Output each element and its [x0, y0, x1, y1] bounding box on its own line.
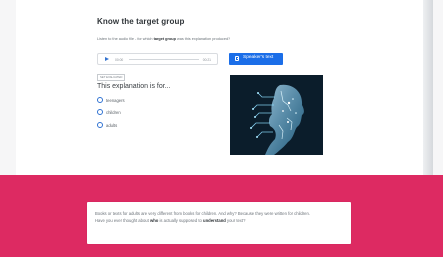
popup-line-2-part-a: Have you ever thought about	[95, 218, 150, 223]
question-text: This explanation is for...	[97, 83, 171, 90]
popup-line-1: Books or texts for adults are very diffe…	[95, 211, 310, 216]
radio-teenagers[interactable]	[97, 97, 103, 103]
speakers-text-label: Speaker's text	[243, 55, 274, 60]
option-teenagers[interactable]: teenagers	[97, 97, 157, 105]
audio-player[interactable]: 00:00 00:21	[97, 53, 218, 65]
instruction-prefix: Listen to the audio file - for which	[97, 37, 154, 41]
status-tag: SET EVALUATED	[97, 74, 126, 81]
popup-line-2-part-b: is actually supposed to	[158, 218, 204, 223]
document-icon	[235, 56, 239, 61]
circuit-head-illustration	[230, 75, 323, 155]
popup-text: Books or texts for adults are very diffe…	[95, 210, 342, 224]
play-icon[interactable]	[105, 57, 109, 61]
option-adults[interactable]: adults	[97, 122, 157, 130]
popup-line-2-part-c: your text?	[225, 218, 246, 223]
info-popup: Books or texts for adults are very diffe…	[87, 202, 351, 244]
page-title: Know the target group	[97, 17, 185, 26]
audio-total-time: 00:21	[202, 58, 211, 62]
option-children[interactable]: children	[97, 109, 157, 117]
radio-children[interactable]	[97, 109, 103, 115]
instruction-target-group: target group	[153, 37, 176, 41]
content-panel	[16, 0, 433, 175]
option-label: adults	[106, 123, 118, 128]
option-label: children	[106, 110, 121, 115]
audio-progress-track[interactable]	[129, 59, 199, 60]
popup-word-understand: understand	[203, 218, 226, 223]
instruction-suffix: was this explanation produced?	[175, 37, 231, 41]
ai-head-image	[230, 75, 323, 155]
speakers-text-button[interactable]: Speaker's text	[229, 53, 283, 65]
option-label: teenagers	[106, 98, 125, 103]
right-page-edge	[423, 0, 433, 175]
radio-adults[interactable]	[97, 122, 103, 128]
instruction-text: Listen to the audio file - for which tar…	[97, 37, 230, 41]
audio-current-time: 00:00	[115, 58, 124, 62]
